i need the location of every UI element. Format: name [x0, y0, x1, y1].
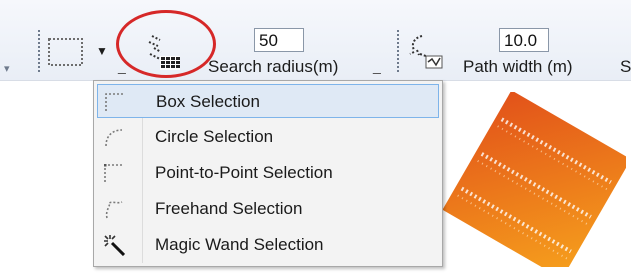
- raster-preview: [438, 92, 626, 267]
- magic-wand-icon: [104, 235, 125, 256]
- menu-item-circle-selection[interactable]: Circle Selection: [97, 120, 439, 154]
- separator-underscore: _: [373, 58, 381, 74]
- box-selection-icon: [48, 38, 83, 66]
- menu-item-point-to-point-selection[interactable]: Point-to-Point Selection: [97, 156, 439, 190]
- menu-item-label: Circle Selection: [155, 127, 274, 146]
- path-tool-icon[interactable]: [406, 32, 446, 70]
- dropdown-arrow-icon: ▼: [96, 44, 108, 58]
- highlight-circle: [116, 10, 216, 78]
- path-width-input[interactable]: 10.0: [499, 28, 549, 52]
- point-to-point-selection-icon: [104, 164, 123, 182]
- menu-item-box-selection[interactable]: Box Selection: [97, 84, 439, 118]
- toolbar: ▾ ▼ _ 50 Search radius(m) _ 10.0 Path wi…: [0, 0, 631, 81]
- selection-tool-dropdown[interactable]: ▼: [46, 36, 114, 76]
- menu-item-magic-wand-selection[interactable]: Magic Wand Selection: [97, 228, 439, 262]
- truncated-label: S: [620, 57, 631, 76]
- menu-item-label: Magic Wand Selection: [155, 235, 324, 254]
- search-radius-label: Search radius(m): [208, 57, 339, 76]
- raster-image: [442, 92, 626, 267]
- menu-item-label: Box Selection: [156, 92, 260, 111]
- path-width-label: Path width (m): [463, 57, 573, 76]
- menu-item-label: Freehand Selection: [155, 199, 303, 218]
- circle-selection-icon: [105, 129, 123, 147]
- box-selection-icon: [105, 93, 124, 111]
- toolbar-grip: [397, 30, 399, 72]
- freehand-selection-icon: [105, 201, 123, 219]
- toolbar-grip: [38, 30, 40, 72]
- menu-item-freehand-selection[interactable]: Freehand Selection: [97, 192, 439, 226]
- selection-menu: Box Selection Circle Selection Point-to-…: [93, 80, 443, 267]
- menu-item-label: Point-to-Point Selection: [155, 163, 333, 182]
- toolbar-overflow-icon[interactable]: ▾: [4, 62, 10, 75]
- search-radius-input[interactable]: 50: [254, 28, 304, 52]
